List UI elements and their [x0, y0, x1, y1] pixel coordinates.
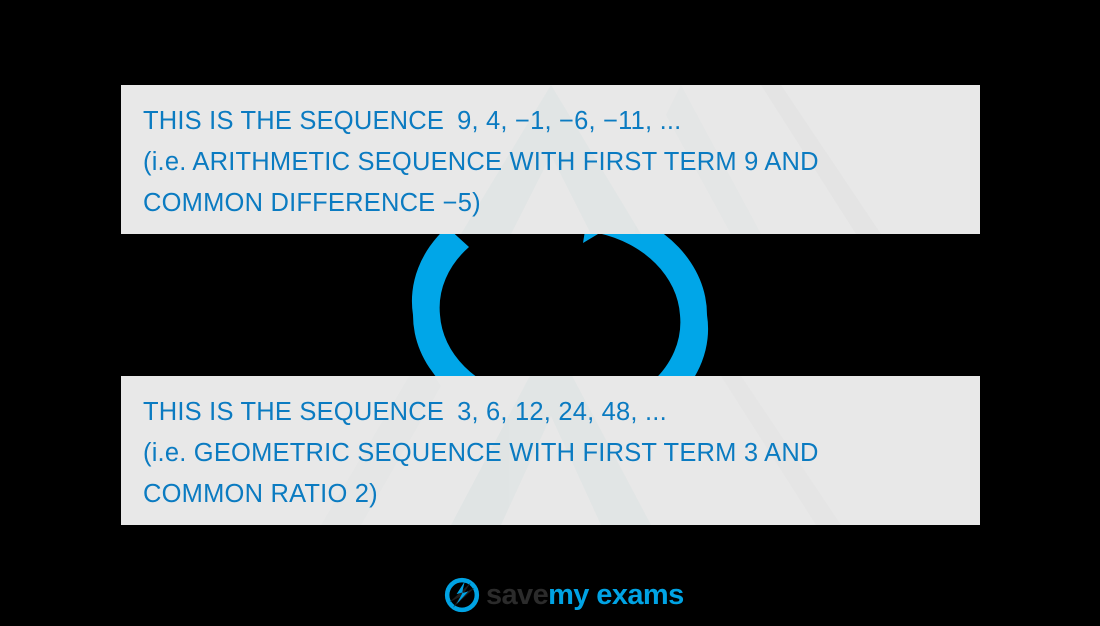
arithmetic-sequence-panel: THIS IS THE SEQUENCE 9, 4, −1, −6, −11, .… [121, 85, 980, 234]
diagram-canvas: THIS IS THE SEQUENCE 9, 4, −1, −6, −11, .… [0, 0, 1100, 626]
arithmetic-line-2: (i.e. ARITHMETIC SEQUENCE WITH FIRST TER… [143, 148, 819, 176]
lightning-bolt-circle-icon [444, 577, 480, 613]
geometric-line-1-prefix: THIS IS THE SEQUENCE [143, 398, 445, 426]
arithmetic-line-1: THIS IS THE SEQUENCE 9, 4, −1, −6, −11, .… [143, 101, 960, 142]
geometric-sequence-panel: THIS IS THE SEQUENCE 3, 6, 12, 24, 48, ..… [121, 376, 980, 525]
geometric-line-1: THIS IS THE SEQUENCE 3, 6, 12, 24, 48, ..… [143, 392, 960, 433]
save-my-exams-logo: savemy exams [444, 575, 684, 615]
geometric-line-2: (i.e. GEOMETRIC SEQUENCE WITH FIRST TERM… [143, 439, 819, 467]
arithmetic-line-1-prefix: THIS IS THE SEQUENCE [143, 107, 445, 135]
logo-word-save: save [486, 578, 549, 611]
arithmetic-line-1-sequence: 9, 4, −1, −6, −11, ... [457, 107, 682, 135]
logo-wordmark: savemy exams [486, 578, 684, 611]
geometric-line-3: COMMON RATIO 2) [143, 480, 378, 508]
geometric-line-1-sequence: 3, 6, 12, 24, 48, ... [457, 398, 667, 426]
arithmetic-line-3: COMMON DIFFERENCE −5) [143, 189, 481, 217]
logo-word-myexams: my exams [548, 578, 684, 611]
